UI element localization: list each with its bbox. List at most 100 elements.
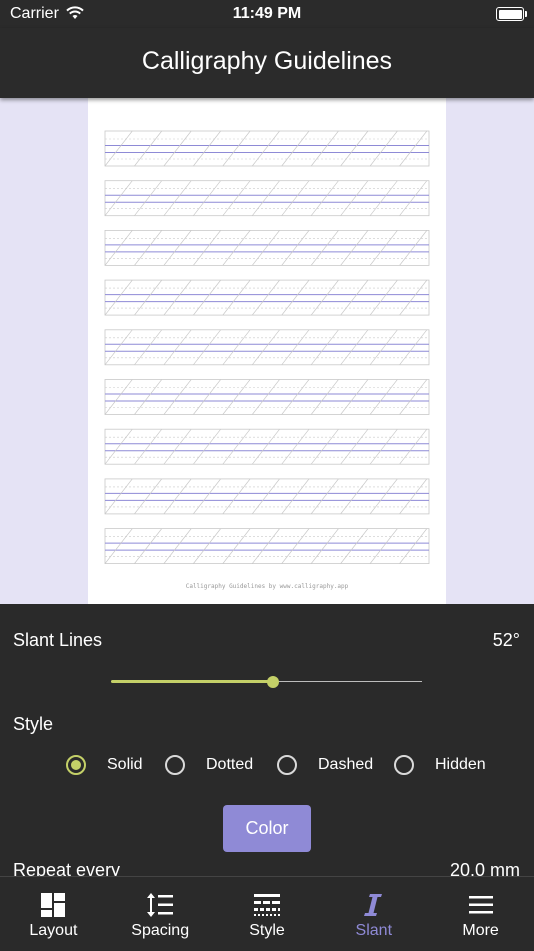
slant-line <box>193 279 221 316</box>
slant-line <box>399 379 428 415</box>
color-button[interactable]: Color <box>223 805 311 852</box>
more-icon <box>468 896 493 914</box>
slant-line <box>310 428 339 465</box>
guide-block-frame <box>104 130 430 167</box>
tab-more-label: More <box>462 922 499 939</box>
slant-line <box>281 428 310 465</box>
slant-line <box>251 279 280 316</box>
radio-solid-label[interactable]: Solid <box>107 756 143 774</box>
slant-line <box>281 379 310 415</box>
slant-line <box>310 379 339 415</box>
slant-line <box>104 279 133 316</box>
guide-block-frame <box>104 279 430 316</box>
style-label: Style <box>13 714 54 734</box>
slant-line <box>310 528 339 564</box>
slant-line <box>163 180 192 216</box>
slant-line <box>104 478 133 515</box>
slant-line <box>163 329 192 366</box>
slant-label: Slant Lines <box>13 630 103 650</box>
tab-spacing[interactable]: Spacing <box>107 877 214 951</box>
slant-line <box>310 329 339 366</box>
slant-line <box>310 279 339 316</box>
tab-style-label: Style <box>249 922 285 939</box>
slant-line <box>281 230 310 266</box>
radio-dashed[interactable] <box>277 755 297 775</box>
slant-slider[interactable] <box>111 674 422 690</box>
slant-line <box>104 230 133 266</box>
slant-line <box>369 329 398 366</box>
slant-line <box>163 379 192 415</box>
slant-line <box>134 130 163 167</box>
spacing-icon <box>147 893 174 917</box>
paper-footer: Calligraphy Guidelines by www.calligraph… <box>185 583 349 590</box>
slant-line <box>222 379 251 415</box>
slant-line <box>369 130 398 167</box>
radio-solid[interactable] <box>66 755 86 775</box>
slant-line <box>134 180 163 216</box>
slant-value: 52° <box>492 630 520 650</box>
slant-line <box>193 180 221 216</box>
guide-block-frame <box>104 180 430 217</box>
slant-line <box>222 230 251 266</box>
slant-line <box>281 130 310 167</box>
guide-block-frame <box>104 428 430 465</box>
slant-line <box>340 230 369 266</box>
guide-block-frame <box>104 229 430 266</box>
slant-line <box>251 329 280 366</box>
slant-line <box>104 180 133 216</box>
slant-line <box>134 279 163 316</box>
tab-slant[interactable]: Slant <box>320 877 427 951</box>
slant-line <box>340 279 369 316</box>
slant-line <box>134 230 163 266</box>
slant-line <box>193 428 221 465</box>
slider-fill <box>111 680 273 683</box>
slant-line <box>369 379 398 415</box>
layout-icon <box>41 893 66 917</box>
slant-line <box>222 528 251 564</box>
slant-line <box>222 428 251 465</box>
radio-hidden[interactable] <box>394 755 414 775</box>
slant-line <box>251 428 280 465</box>
slant-line <box>399 180 428 216</box>
slant-line <box>193 329 221 366</box>
radio-dashed-label[interactable]: Dashed <box>318 756 373 774</box>
slant-line <box>251 130 280 167</box>
tab-style[interactable]: Style <box>214 877 321 951</box>
slant-line <box>134 379 163 415</box>
slant-line <box>104 428 133 465</box>
slant-line <box>222 478 251 515</box>
radio-dotted-label[interactable]: Dotted <box>206 756 253 774</box>
radio-dotted[interactable] <box>165 755 185 775</box>
slant-line <box>399 428 428 465</box>
slant-line <box>340 528 369 564</box>
slant-line <box>104 329 133 366</box>
slant-line <box>104 130 133 167</box>
guide-block-frame <box>104 329 430 366</box>
slant-line <box>340 130 369 167</box>
style-options: Solid Dotted Dashed Hidden <box>0 754 534 780</box>
tab-more[interactable]: More <box>427 877 534 951</box>
radio-hidden-label[interactable]: Hidden <box>435 756 486 774</box>
slant-line <box>310 180 339 216</box>
guide-block-frame <box>104 528 430 565</box>
tab-slant-label: Slant <box>355 922 393 939</box>
tab-layout-label: Layout <box>29 922 78 939</box>
slant-line <box>193 478 221 515</box>
guide-block-frame <box>104 379 430 415</box>
slant-line <box>281 180 310 216</box>
slant-line <box>340 180 369 216</box>
guide-block-frame <box>104 478 430 515</box>
slant-line <box>193 230 221 266</box>
slant-line <box>222 279 251 316</box>
tab-layout[interactable]: Layout <box>0 877 107 951</box>
slant-line <box>399 478 428 515</box>
slant-line <box>340 428 369 465</box>
slider-thumb[interactable] <box>266 676 279 688</box>
slant-line <box>399 528 428 564</box>
slant-line <box>222 180 251 216</box>
slant-line <box>281 528 310 564</box>
slant-line <box>193 528 221 564</box>
status-bar: Carrier 11:49 PM <box>0 0 534 28</box>
slant-line <box>193 130 221 167</box>
slant-line <box>163 230 192 266</box>
